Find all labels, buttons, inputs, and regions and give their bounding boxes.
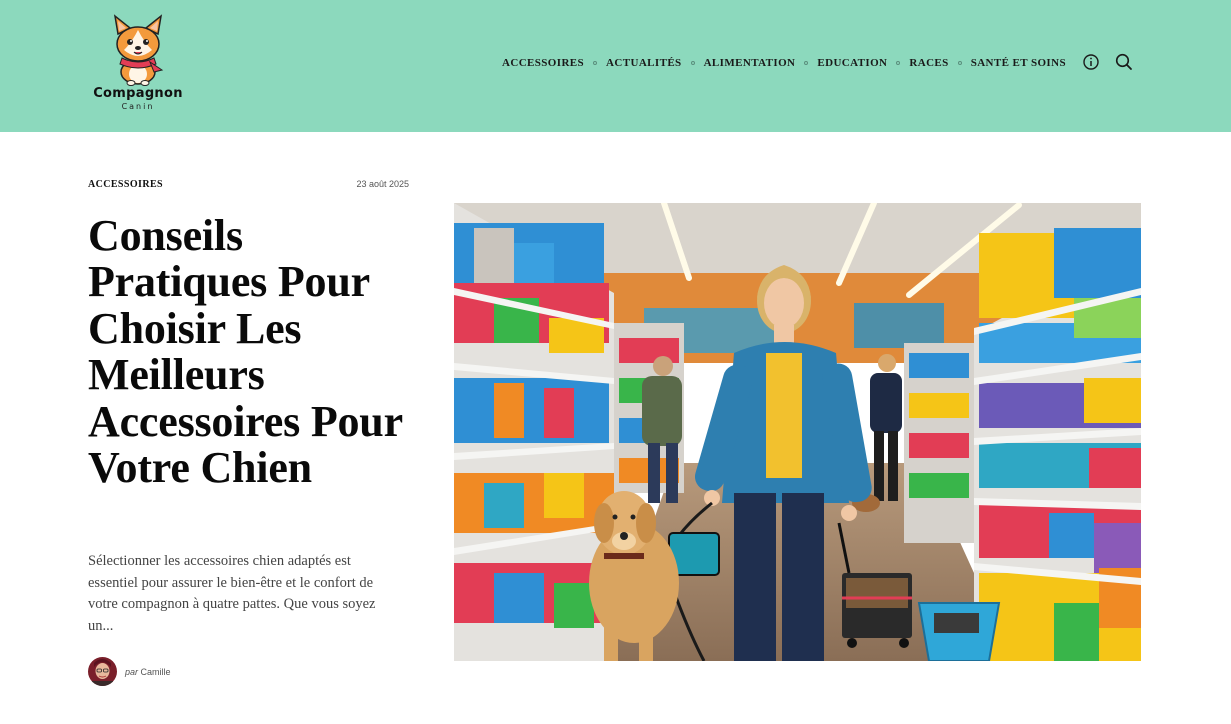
logo-subtext[interactable]: Canin [88, 102, 188, 111]
nav-item-races[interactable]: RACES [909, 57, 948, 69]
author-name[interactable]: Camille [141, 667, 171, 677]
nav-item-sante-et-soins[interactable]: SANTÉ ET SOINS [971, 57, 1066, 69]
article-title[interactable]: Conseils Pratiques Pour Choisir Les Meil… [88, 212, 418, 491]
main-nav: ACCESSOIRES ACTUALITÉS ALIMENTATION EDUC… [502, 55, 1066, 71]
article-excerpt: Sélectionner les accessoires chien adapt… [88, 553, 376, 634]
site-header: Compagnon Canin ACCESSOIRES ACTUALITÉS A… [0, 0, 1231, 132]
author-avatar-image [88, 657, 117, 686]
nav-separator [896, 61, 901, 65]
nav-separator [593, 61, 598, 65]
pet-store-photo [454, 203, 1141, 661]
logo-text[interactable]: Compagnon [88, 86, 188, 101]
article-category[interactable]: ACCESSOIRES [88, 179, 163, 190]
article-featured-image[interactable] [454, 203, 1141, 661]
nav-item-education[interactable]: EDUCATION [817, 57, 887, 69]
nav-separator [804, 61, 809, 65]
nav-separator [957, 61, 962, 65]
corgi-logo-icon [113, 14, 164, 86]
search-icon[interactable] [1115, 53, 1133, 71]
article-date: 23 août 2025 [356, 179, 409, 189]
byline-prefix: par [125, 667, 139, 677]
nav-item-alimentation[interactable]: ALIMENTATION [704, 57, 796, 69]
nav-item-actualites[interactable]: ACTUALITÉS [606, 57, 682, 69]
nav-separator [690, 61, 695, 65]
author-avatar[interactable] [88, 657, 117, 686]
info-icon[interactable] [1082, 53, 1100, 71]
author-byline: par Camille [125, 667, 171, 677]
nav-item-accessoires[interactable]: ACCESSOIRES [502, 57, 584, 69]
